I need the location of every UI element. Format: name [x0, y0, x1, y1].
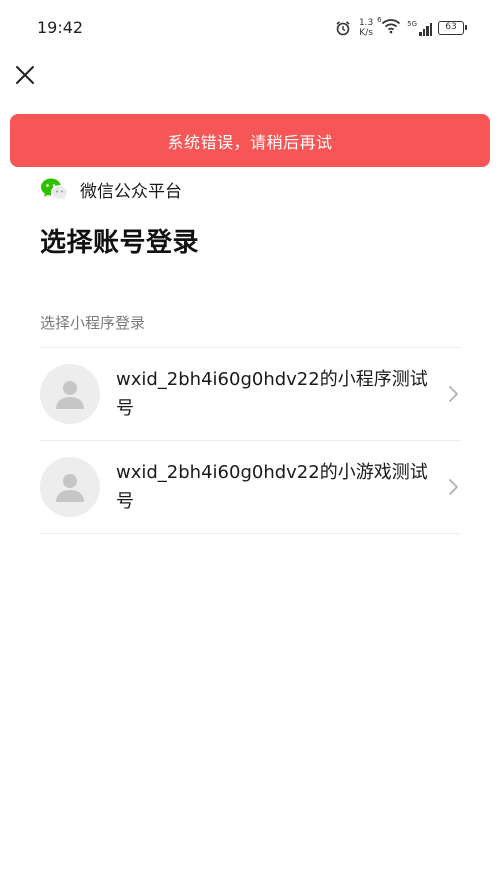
close-icon	[16, 66, 34, 84]
alarm-icon	[336, 21, 350, 36]
error-toast-message: 系统错误，请稍后再试	[167, 132, 333, 152]
battery-level: 63	[445, 22, 457, 32]
net-speed-unit: K/s	[359, 28, 373, 38]
wifi-label: 6	[377, 16, 382, 24]
status-icons: 1.3 K/s 6 5G 63	[335, 16, 467, 40]
cellular-signal-icon: 5G	[407, 20, 432, 36]
net-speed: 1.3 K/s	[357, 18, 375, 38]
status-time: 19:42	[37, 18, 84, 37]
page-title: 选择账号登录	[40, 228, 200, 258]
section-label: 选择小程序登录	[40, 314, 146, 332]
brand-name: 微信公众平台	[80, 181, 182, 202]
account-name: wxid_2bh4i60g0hdv22的小程序测试号	[116, 369, 428, 419]
account-name: wxid_2bh4i60g0hdv22的小游戏测试号	[116, 462, 428, 512]
wifi-indicator: 6	[377, 16, 401, 38]
account-item-mini-game[interactable]: wxid_2bh4i60g0hdv22的小游戏测试号	[40, 441, 460, 534]
account-list: wxid_2bh4i60g0hdv22的小程序测试号 wxid_2bh4i60g…	[40, 347, 460, 534]
wechat-logo-icon	[41, 178, 68, 200]
chevron-right-icon	[449, 386, 458, 402]
default-avatar-icon	[56, 474, 84, 502]
avatar	[40, 457, 100, 517]
battery-icon: 63	[438, 21, 467, 35]
wifi-icon	[381, 19, 401, 34]
default-avatar-icon	[56, 381, 84, 409]
status-bar: 19:42 1.3 K/s 6 5G 63	[0, 0, 500, 58]
account-item-mini-program[interactable]: wxid_2bh4i60g0hdv22的小程序测试号	[40, 348, 460, 441]
avatar	[40, 364, 100, 424]
close-button[interactable]	[12, 62, 38, 88]
chevron-right-icon	[449, 479, 458, 495]
net-speed-value: 1.3	[358, 18, 374, 28]
brand-header: 微信公众平台	[40, 176, 182, 202]
signal-label: 5G	[407, 20, 417, 28]
error-toast: 系统错误，请稍后再试	[10, 114, 490, 167]
